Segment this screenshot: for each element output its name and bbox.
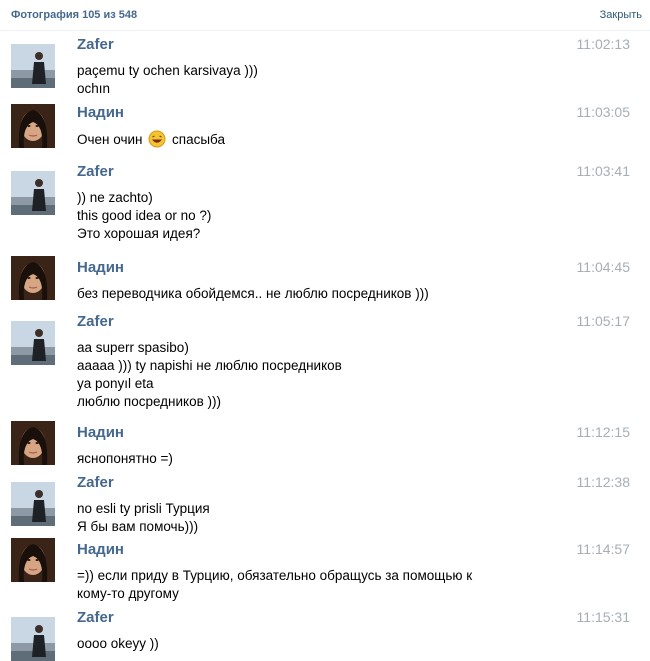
avatar-zafer[interactable] <box>11 321 55 365</box>
message-author[interactable]: Zafer <box>77 474 114 491</box>
close-link[interactable]: Закрыть <box>600 9 642 21</box>
message-time: 11:05:17 <box>576 313 630 329</box>
message-text: paçemu ty ochen karsivaya ))) <box>77 63 258 78</box>
avatar-zafer[interactable] <box>11 171 55 215</box>
message-time: 11:03:41 <box>576 163 630 179</box>
message-time: 11:02:13 <box>576 36 630 52</box>
avatar-nadin[interactable] <box>11 256 55 300</box>
avatar-nadin[interactable] <box>11 421 55 465</box>
message-time: 11:12:38 <box>576 474 630 490</box>
message-time: 11:03:05 <box>576 104 630 120</box>
message-author[interactable]: Zafer <box>77 313 114 330</box>
message-author[interactable]: Надин <box>77 424 124 441</box>
photo-counter: Фотография 105 из 548 <box>11 9 138 21</box>
message-text: aaaaa ))) ty napishi не люблю посреднико… <box>77 358 342 373</box>
message-text: aa superr spasibo) <box>77 340 189 355</box>
message-text: ya ponyıl eta <box>77 376 154 391</box>
avatar-zafer[interactable] <box>11 617 55 661</box>
avatar-zafer[interactable] <box>11 482 55 526</box>
message-author[interactable]: Zafer <box>77 36 114 53</box>
message-author[interactable]: Надин <box>77 104 124 121</box>
message-text: =)) если приду в Турцию, обязательно обр… <box>77 568 473 583</box>
message-author[interactable]: Zafer <box>77 609 114 626</box>
message-time: 11:04:45 <box>576 259 630 275</box>
message-text: Я бы вам помочь))) <box>77 519 199 534</box>
message-author[interactable]: Zafer <box>77 163 114 180</box>
message-text: ochın <box>77 81 111 96</box>
message-text: спасыба <box>172 132 225 147</box>
message-time: 11:12:15 <box>576 424 630 440</box>
avatar-nadin[interactable] <box>11 538 55 582</box>
message-text: )) ne zachto) <box>77 190 153 205</box>
message-text: кому-то другому <box>77 586 179 601</box>
message-time: 11:15:31 <box>576 609 630 625</box>
message-author[interactable]: Надин <box>77 541 124 558</box>
message-text: Очен очин <box>77 132 143 147</box>
message-text: яснопонятно =) <box>77 451 173 466</box>
message-time: 11:14:57 <box>576 541 630 557</box>
message-text: no esli ty prisli Турция <box>77 501 210 516</box>
message-text: люблю посредников ))) <box>77 394 222 409</box>
message-author[interactable]: Надин <box>77 259 124 276</box>
message-text: oooo okeyy )) <box>77 636 159 651</box>
laughing-smiley-icon <box>148 130 166 153</box>
avatar-zafer[interactable] <box>11 44 55 88</box>
avatar-nadin[interactable] <box>11 104 55 148</box>
message-text: this good idea or no ?) <box>77 208 212 223</box>
photo-viewer-header: Фотография 105 из 548 Закрыть <box>0 0 650 31</box>
message-text: Это хорошая идея? <box>77 226 201 241</box>
message-text: без переводчика обойдемся.. не люблю пос… <box>77 286 429 301</box>
